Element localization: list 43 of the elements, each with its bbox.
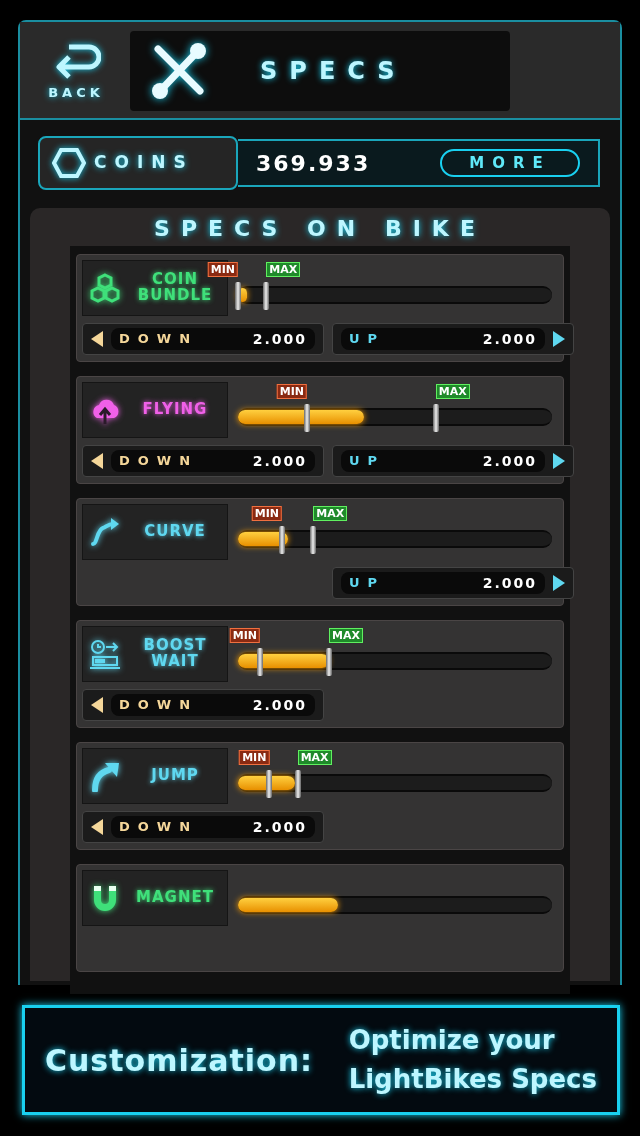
min-flag: MIN xyxy=(229,628,260,643)
max-flag: MAX xyxy=(266,262,301,277)
down-button[interactable]: DOWN 2.000 xyxy=(82,811,324,843)
right-arrow-icon xyxy=(553,453,565,469)
right-arrow-icon xyxy=(553,575,565,591)
min-flag: MIN xyxy=(251,506,282,521)
max-flag: MAX xyxy=(313,506,348,521)
curved-arrow-icon xyxy=(89,516,121,548)
arrow-icon xyxy=(89,760,121,792)
up-button[interactable]: UP 2.000 xyxy=(332,567,574,599)
max-flag: MAX xyxy=(435,384,470,399)
min-flag: MIN xyxy=(207,262,238,277)
banner-heading: Customization: xyxy=(45,1041,314,1080)
right-arrow-icon xyxy=(553,331,565,347)
up-button[interactable]: UP 2.000 xyxy=(332,445,574,477)
max-flag: MAX xyxy=(297,750,332,765)
down-button[interactable]: DOWN 2.000 xyxy=(82,689,324,721)
panel-title: SPECS ON BIKE xyxy=(154,216,486,241)
down-button[interactable]: DOWN 2.000 xyxy=(82,323,324,355)
left-arrow-icon xyxy=(91,819,103,835)
coin-amount: 369.933 xyxy=(256,149,371,178)
screen-title: SPECS xyxy=(260,56,407,87)
hexagon-icon xyxy=(52,147,86,179)
hexagons-icon xyxy=(89,272,121,304)
more-button[interactable]: MORE xyxy=(440,149,580,177)
down-button[interactable]: DOWN 2.000 xyxy=(82,445,324,477)
min-flag: MIN xyxy=(239,750,270,765)
spec-name: FLYING xyxy=(141,402,209,418)
left-arrow-icon xyxy=(91,331,103,347)
spec-name: BOOST WAIT xyxy=(142,638,208,670)
up-button[interactable]: UP 2.000 xyxy=(332,323,574,355)
left-arrow-icon xyxy=(91,453,103,469)
left-arrow-icon xyxy=(91,697,103,713)
back-button[interactable]: BACK xyxy=(38,39,114,103)
min-flag: MIN xyxy=(276,384,308,399)
max-flag: MAX xyxy=(329,628,363,643)
banner-text: Optimize your xyxy=(348,1024,555,1057)
spec-name: JUMP xyxy=(149,768,200,784)
banner-text: LightBikes Specs xyxy=(348,1063,597,1096)
clock-icon xyxy=(89,638,121,670)
coins-label: COINS xyxy=(94,151,194,175)
spec-name: MAGNET xyxy=(135,890,215,906)
spec-name: CURVE xyxy=(143,524,207,540)
